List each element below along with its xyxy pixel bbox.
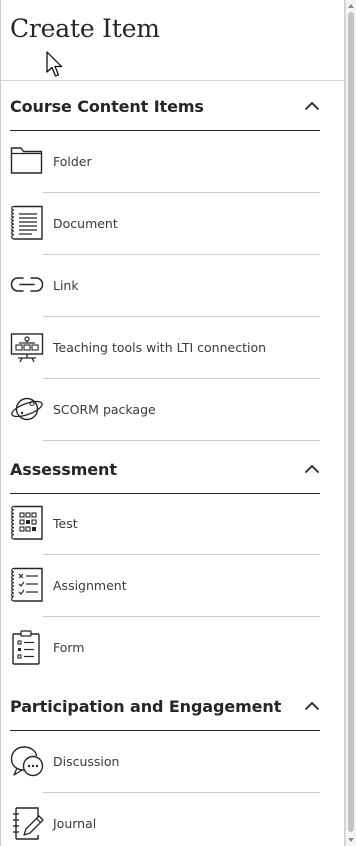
scrollbar-thumb[interactable] (348, 12, 354, 832)
item-label: Form (53, 640, 85, 655)
section-header-course-content-items[interactable]: Course Content Items (10, 83, 320, 131)
create-item-panel: Create Item Course Content Items Folder (0, 0, 345, 846)
section-title: Participation and Engagement (10, 697, 282, 716)
section-title: Course Content Items (10, 97, 204, 116)
chevron-up-icon (304, 462, 320, 476)
list-item-form[interactable]: Form (1, 617, 321, 679)
journal-icon (10, 805, 44, 843)
section-title: Assessment (10, 460, 117, 479)
scroll-up-arrow-icon[interactable] (348, 4, 354, 8)
item-label: Document (53, 216, 118, 231)
item-label: Teaching tools with LTI connection (53, 340, 267, 355)
list-item-journal[interactable]: Journal (1, 793, 321, 846)
divider (43, 440, 320, 441)
list-item-link[interactable]: Link (1, 255, 321, 317)
lti-tool-icon (10, 329, 44, 367)
vertical-scrollbar[interactable] (345, 0, 356, 846)
item-label: Discussion (53, 754, 120, 769)
scorm-package-icon (10, 391, 44, 429)
list-item-scorm-package[interactable]: SCORM package (1, 379, 321, 441)
item-label: Assignment (53, 578, 127, 593)
list-item-document[interactable]: Document (1, 193, 321, 255)
link-icon (10, 267, 44, 305)
assignment-icon (10, 567, 44, 605)
chevron-up-icon (304, 99, 320, 113)
chevron-up-icon (304, 699, 320, 713)
mouse-cursor-icon (46, 51, 64, 79)
item-label: Journal (53, 816, 97, 831)
scroll-down-arrow-icon[interactable] (348, 838, 354, 842)
item-label: Link (53, 278, 79, 293)
list-item-assignment[interactable]: Assignment (1, 555, 321, 617)
section-header-participation-and-engagement[interactable]: Participation and Engagement (10, 683, 320, 731)
page-title: Create Item (10, 14, 160, 43)
form-icon (10, 629, 44, 667)
item-label: Folder (53, 154, 92, 169)
document-icon (10, 205, 44, 243)
test-icon (10, 505, 44, 543)
item-label: SCORM package (53, 402, 156, 417)
section-header-assessment[interactable]: Assessment (10, 446, 320, 494)
list-item-discussion[interactable]: Discussion (1, 731, 321, 793)
list-item-teaching-tools-lti[interactable]: Teaching tools with LTI connection (1, 317, 321, 379)
list-item-test[interactable]: Test (1, 493, 321, 555)
folder-icon (10, 143, 44, 181)
panel-header: Create Item (1, 0, 344, 81)
item-label: Test (53, 516, 78, 531)
discussion-icon (10, 743, 44, 781)
list-item-folder[interactable]: Folder (1, 131, 321, 193)
